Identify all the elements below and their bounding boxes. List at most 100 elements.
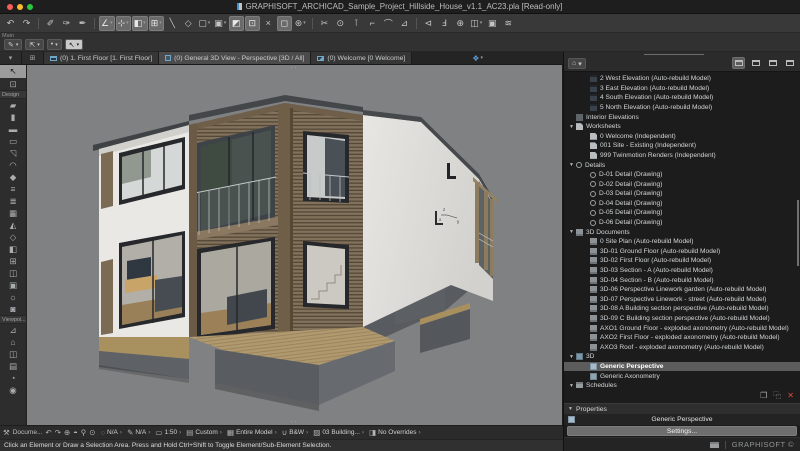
close-window-button[interactable] (7, 4, 13, 10)
pane-drag-handle-bottom[interactable]: ·· (291, 419, 299, 425)
layer-state-button[interactable]: ⇱▾ (25, 39, 43, 50)
new-tab-options-button[interactable]: ❖▾ (472, 52, 483, 64)
arrow-tool[interactable]: ↖ (0, 65, 26, 78)
interior-elevation-tool[interactable]: ◫ (0, 348, 26, 360)
roof-tool[interactable]: ◹ (0, 147, 26, 159)
text-style-icon[interactable]: Ⅎ (437, 16, 452, 31)
railing-tool[interactable]: ≣ (0, 195, 26, 207)
door-tool[interactable]: ◧ (0, 243, 26, 255)
zone-tool[interactable]: ◇ (0, 231, 26, 243)
tree-item[interactable]: D-06 Detail (Drawing) (564, 218, 800, 228)
zoom-window-icon[interactable]: ⊙ (89, 428, 95, 437)
layer-combination-control[interactable]: ▨03 Building...› (313, 428, 364, 437)
gravity-icon[interactable]: ╲ (165, 16, 180, 31)
disclosure-triangle-icon[interactable]: ▼ (567, 229, 576, 235)
publisher-button[interactable] (783, 57, 796, 69)
tree-item[interactable]: Interior Elevations (564, 112, 800, 122)
trim-icon[interactable]: ⊺ (349, 16, 364, 31)
zoom-window-button[interactable] (27, 4, 33, 10)
minimize-window-button[interactable] (17, 4, 23, 10)
object-tool[interactable]: ▣ (0, 279, 26, 291)
print-icon[interactable] (710, 442, 719, 448)
new-folder-icon[interactable]: ❒ (760, 391, 767, 400)
lamp-tool[interactable]: ☼ (0, 291, 26, 303)
properties-header[interactable]: ▼ Properties (564, 403, 800, 414)
zoom-in-icon[interactable]: ⊕ (64, 428, 70, 437)
tab-2[interactable]: (0) General 3D View - Perspective [3D / … (159, 52, 311, 64)
snap-guides-icon[interactable]: ⊹▾ (116, 16, 131, 31)
disclosure-triangle-icon[interactable]: ▼ (567, 162, 576, 168)
tree-item[interactable]: 3D-06 Perspective Linework garden (Auto-… (564, 285, 800, 295)
tab-1[interactable]: (0) 1. First Floor [1. First Floor] (44, 52, 159, 64)
detail-tool[interactable]: ◔ (0, 372, 26, 384)
tree-item[interactable]: D-01 Detail (Drawing) (564, 170, 800, 180)
tree-item[interactable]: ▼3D Documents (564, 227, 800, 237)
marquee-tool[interactable]: ⊡ (0, 78, 26, 90)
tool-settings-icon[interactable]: ⚒ (3, 428, 10, 437)
tree-item[interactable]: AXO3 Roof - exploded axonometry (Auto-re… (564, 343, 800, 353)
mesh-tool[interactable]: ◭ (0, 219, 26, 231)
beam-tool[interactable]: ▬ (0, 123, 26, 135)
fillet-icon[interactable]: ⌒ (381, 16, 396, 31)
tree-item[interactable]: D-03 Detail (Drawing) (564, 189, 800, 199)
stair-tool[interactable]: ≡ (0, 183, 26, 195)
tree-item[interactable]: 3D-02 First Floor (Auto-rebuild Model) (564, 256, 800, 266)
tree-item[interactable]: ▼Schedules (564, 381, 800, 389)
split-icon[interactable]: ✂ (317, 16, 332, 31)
partial-structure-display-control[interactable]: ▦Entire Model› (227, 428, 277, 437)
tree-item[interactable]: Generic Perspective (564, 362, 800, 372)
tree-item[interactable]: ▼3D (564, 352, 800, 362)
wall-tool[interactable]: ▰ (0, 99, 26, 111)
measure-icon[interactable]: ◫▾ (469, 16, 484, 31)
grid-snap-icon[interactable]: ⊞▾ (149, 16, 164, 31)
slab-tool[interactable]: ▭ (0, 135, 26, 147)
options-gear-icon[interactable]: ⊛▾ (293, 16, 308, 31)
project-map-button[interactable] (732, 57, 745, 69)
tree-item[interactable]: 4 South Elevation (Auto-rebuild Model) (564, 93, 800, 103)
tree-item[interactable]: ▼Worksheets (564, 122, 800, 132)
view-map-button[interactable] (749, 57, 762, 69)
opening-tool[interactable]: ◙ (0, 303, 26, 315)
marker-button[interactable]: •▾ (47, 39, 62, 50)
tree-item[interactable]: 0 Welcome (Independent) (564, 131, 800, 141)
morph-tool[interactable]: ◆ (0, 171, 26, 183)
tree-item[interactable]: 3D-09 C Building section perspective (Au… (564, 314, 800, 324)
copy-icon[interactable]: ▣ (485, 16, 500, 31)
pen-set-button[interactable]: ✎▾ (4, 39, 22, 50)
tree-item[interactable]: 5 North Elevation (Auto-rebuild Model) (564, 103, 800, 113)
tree-item[interactable]: 3D-04 Section - B (Auto-rebuild Model) (564, 275, 800, 285)
adjust-icon[interactable]: ⊿ (397, 16, 412, 31)
tree-item[interactable]: AXO1 Ground Floor - exploded axonometry … (564, 323, 800, 333)
element-snap-icon[interactable]: ▢▾ (197, 16, 212, 31)
intersect-icon[interactable]: ⌐ (365, 16, 380, 31)
tab-3[interactable]: (0) Welcome [0 Welcome] (311, 52, 412, 64)
tree-item[interactable]: 3D-07 Perspective Linework - street (Aut… (564, 295, 800, 305)
tree-item[interactable]: D-04 Detail (Drawing) (564, 199, 800, 209)
search-icon[interactable]: ⊙ (333, 16, 348, 31)
curtain-wall-tool[interactable]: ▦ (0, 207, 26, 219)
redo-icon[interactable]: ↷ (19, 16, 34, 31)
tree-item[interactable]: 999 Twinmotion Renders (Independent) (564, 151, 800, 161)
magic-wand-icon[interactable]: ◩ (229, 16, 244, 31)
tree-item[interactable]: AXO2 First Floor - exploded axonometry (… (564, 333, 800, 343)
worksheet-tool[interactable]: ▤ (0, 360, 26, 372)
layout-book-button[interactable] (766, 57, 779, 69)
shell-tool[interactable]: ◠ (0, 159, 26, 171)
renovation-filter-control[interactable]: ◌N/A› (101, 428, 122, 437)
back-icon[interactable]: ↶ (45, 428, 51, 437)
pick-up-parameters-icon[interactable]: ✐ (43, 16, 58, 31)
pen-set-control[interactable]: ∪B&W› (282, 428, 308, 437)
delete-icon[interactable]: ✕ (787, 391, 794, 400)
comment-icon[interactable]: ◓ (73, 428, 78, 437)
marquee-mode-icon[interactable]: ◻ (277, 16, 292, 31)
tab-scroll-button[interactable]: ▾ (0, 52, 22, 64)
tree-item[interactable]: D-02 Detail (Drawing) (564, 179, 800, 189)
dimensions-control[interactable]: ▤Custom› (186, 428, 222, 437)
skylight-tool[interactable]: ◫ (0, 267, 26, 279)
layers-icon[interactable]: ≋ (501, 16, 516, 31)
tree-item[interactable]: 2 West Elevation (Auto-rebuild Model) (564, 74, 800, 84)
orbit-icon[interactable]: ⊕ (453, 16, 468, 31)
disclosure-triangle-icon[interactable]: ▼ (567, 354, 576, 360)
inject-parameters-icon[interactable]: ✑ (59, 16, 74, 31)
flag-icon[interactable]: ⊲ (421, 16, 436, 31)
